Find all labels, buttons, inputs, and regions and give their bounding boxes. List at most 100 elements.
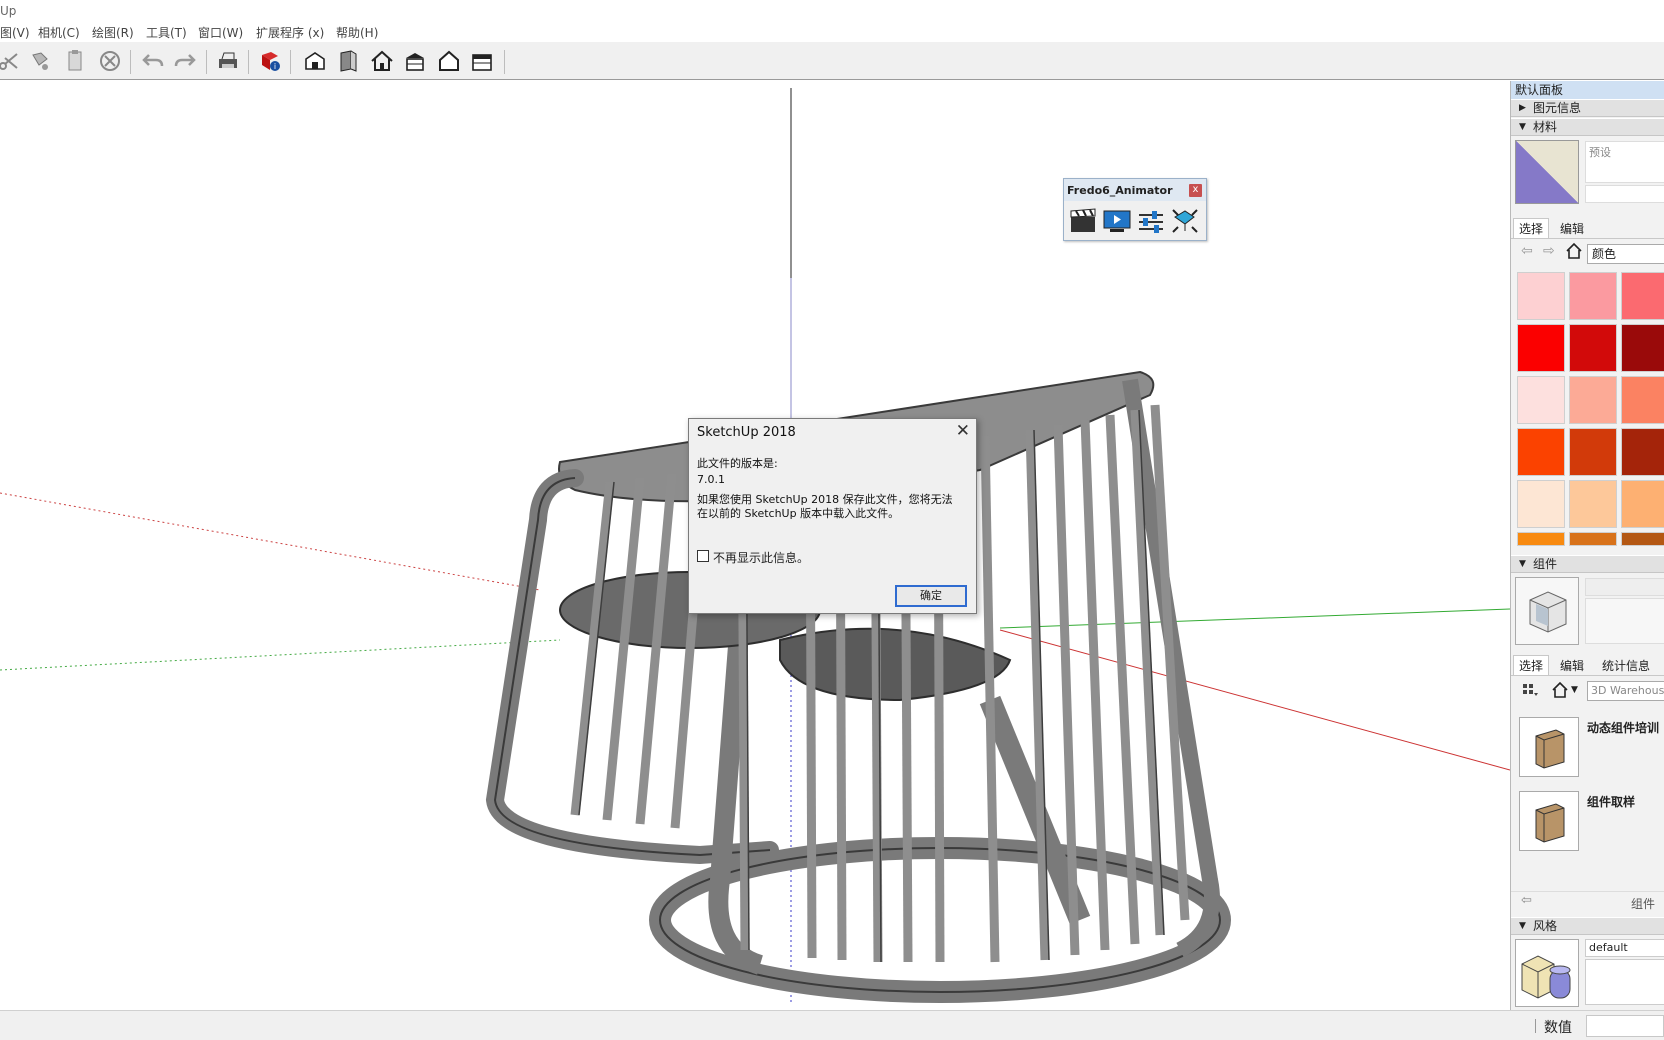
forward-arrow-icon[interactable]: ⇨ (1543, 243, 1555, 259)
entity-info-header[interactable]: ▶ 图元信息 (1511, 99, 1664, 117)
materials-tab-edit[interactable]: 编辑 (1555, 219, 1589, 239)
menu-window[interactable]: 窗口(W) (198, 24, 243, 41)
component-item-title[interactable]: 动态组件培训 (1587, 719, 1659, 736)
material-swatch[interactable] (1569, 532, 1617, 546)
front-view-icon[interactable] (402, 48, 428, 74)
model-viewport[interactable]: Fredo6_Animator x SketchUp 2018 ✕ 此文件的版本… (0, 81, 1510, 1010)
clapper-icon[interactable] (1068, 207, 1098, 235)
back-view-icon[interactable] (469, 48, 495, 74)
undo-icon[interactable] (140, 48, 166, 74)
view-options-icon[interactable] (1521, 681, 1539, 699)
material-library-select[interactable]: 颜色 (1587, 244, 1664, 264)
components-tab-line (1511, 675, 1664, 676)
material-swatch[interactable] (1621, 272, 1664, 320)
menu-bar: 图(V) 相机(C) 绘图(R) 工具(T) 窗口(W) 扩展程序 (x) 帮助… (0, 20, 1664, 42)
components-home-icon[interactable] (1551, 681, 1569, 699)
materials-home-icon[interactable] (1565, 242, 1583, 260)
folder-icon (1535, 729, 1565, 769)
animator-close-button[interactable]: x (1189, 184, 1202, 197)
material-swatch[interactable] (1569, 376, 1617, 424)
animator-toolbar: Fredo6_Animator x (1063, 178, 1207, 241)
material-swatch[interactable] (1569, 428, 1617, 476)
material-swatch[interactable] (1621, 532, 1664, 546)
animator-title: Fredo6_Animator (1064, 179, 1206, 201)
menu-draw[interactable]: 绘图(R) (92, 24, 134, 41)
dialog-close-button[interactable]: ✕ (956, 421, 970, 441)
material-swatch[interactable] (1621, 480, 1664, 528)
folder-icon (1535, 803, 1565, 843)
scissors-icon[interactable] (0, 48, 22, 74)
material-swatch[interactable] (1517, 272, 1565, 320)
material-swatch[interactable] (1569, 324, 1617, 372)
component-cube-icon (1529, 591, 1567, 633)
erase-circle-icon[interactable] (97, 48, 123, 74)
expand-triangle-icon: ▶ (1519, 103, 1526, 113)
tray-title: 默认面板 (1511, 81, 1664, 99)
components-search-input[interactable]: 3D Warehouse (1587, 681, 1664, 701)
measurements-input[interactable] (1586, 1015, 1664, 1037)
components-tab-stats[interactable]: 统计信息 (1597, 656, 1655, 676)
material-swatch[interactable] (1569, 480, 1617, 528)
material-swatch[interactable] (1517, 376, 1565, 424)
material-swatch[interactable] (1621, 324, 1664, 372)
home-view-icon[interactable] (369, 48, 395, 74)
materials-header[interactable]: ▼ 材料 (1511, 118, 1664, 136)
dialog-line-1: 此文件的版本是: (697, 457, 778, 470)
material-preset-label: 预设 (1585, 141, 1664, 183)
style-thumbnail-icon (1521, 955, 1571, 999)
menu-tools[interactable]: 工具(T) (146, 24, 187, 41)
model-info-icon[interactable]: i (257, 48, 283, 74)
main-toolbar: i (0, 42, 1664, 80)
redo-icon[interactable] (172, 48, 198, 74)
animator-settings-icon[interactable] (1170, 207, 1200, 235)
app-title: Up (0, 4, 17, 18)
iso-view-icon[interactable] (302, 48, 328, 74)
back-arrow-icon[interactable]: ⇦ (1521, 243, 1533, 259)
default-tray: 默认面板 ▶ 图元信息 ▼ 材料 预设 选择 编辑 ⇦ ⇨ 颜色 ▼ 组件 选择 编辑… (1510, 81, 1664, 1010)
material-swatch[interactable] (1621, 376, 1664, 424)
component-desc-field[interactable] (1585, 598, 1664, 644)
material-swatch[interactable] (1569, 272, 1617, 320)
entity-info-label: 图元信息 (1533, 101, 1582, 115)
menu-help[interactable]: 帮助(H) (336, 24, 378, 41)
title-bar: Up (0, 0, 1664, 20)
components-tab-select[interactable]: 选择 (1513, 655, 1550, 675)
menu-extensions[interactable]: 扩展程序 (x) (256, 24, 324, 41)
sliders-icon[interactable] (1136, 207, 1166, 235)
section-icon[interactable] (335, 48, 361, 74)
ok-button[interactable]: 确定 (895, 585, 967, 607)
measurements-label: 数值 (1544, 1020, 1572, 1036)
material-preset-field[interactable] (1585, 185, 1664, 203)
material-swatch[interactable] (1621, 428, 1664, 476)
component-item-thumb[interactable] (1519, 791, 1579, 851)
material-swatch[interactable] (1517, 428, 1565, 476)
materials-tab-line (1511, 238, 1664, 239)
components-tab-edit[interactable]: 编辑 (1555, 656, 1589, 676)
materials-tab-select[interactable]: 选择 (1513, 218, 1550, 238)
collapse-triangle-icon: ▼ (1519, 921, 1526, 931)
material-swatch[interactable] (1517, 324, 1565, 372)
right-view-icon[interactable] (436, 48, 462, 74)
component-name-field[interactable] (1585, 578, 1664, 596)
components-header[interactable]: ▼ 组件 (1511, 555, 1664, 573)
material-preview (1515, 140, 1579, 204)
style-desc-field[interactable] (1585, 959, 1664, 1005)
menu-view[interactable]: 图(V) (0, 24, 30, 41)
styles-header[interactable]: ▼ 风格 (1511, 917, 1664, 935)
play-screen-icon[interactable] (1102, 207, 1132, 235)
material-swatch[interactable] (1517, 480, 1565, 528)
print-icon[interactable] (215, 48, 241, 74)
component-item-title[interactable]: 组件取样 (1587, 793, 1635, 810)
style-name-field[interactable]: default (1585, 939, 1664, 957)
paste-icon[interactable] (62, 48, 88, 74)
paint-copy-icon[interactable] (28, 48, 54, 74)
styles-label: 风格 (1533, 919, 1558, 933)
footer-back-icon[interactable]: ⇦ (1521, 893, 1532, 908)
style-preview (1515, 939, 1579, 1007)
component-item-thumb[interactable] (1519, 717, 1579, 777)
dialog-line-3: 如果您使用 SketchUp 2018 保存此文件，您将无法 (697, 493, 953, 506)
menu-camera[interactable]: 相机(C) (38, 24, 80, 41)
material-swatch[interactable] (1517, 532, 1565, 546)
components-dropdown-icon[interactable]: ▼ (1571, 685, 1578, 695)
dont-show-checkbox[interactable] (697, 550, 709, 562)
